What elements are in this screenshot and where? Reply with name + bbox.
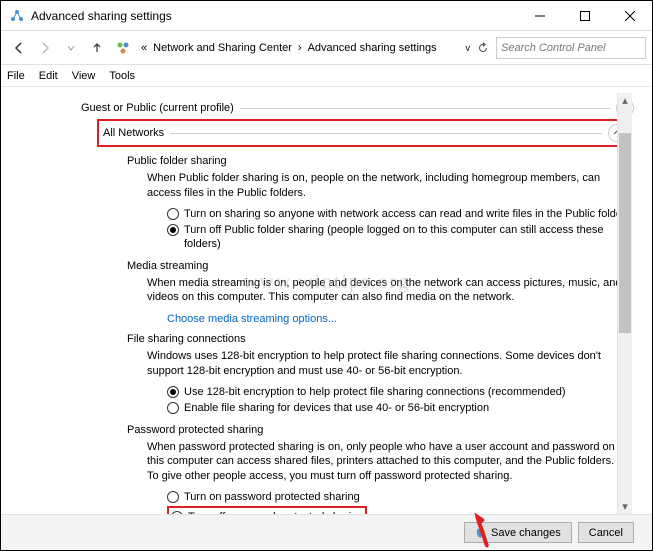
minimize-button[interactable] [517,1,562,30]
title-bar: Advanced sharing settings [1,1,652,31]
up-button[interactable] [85,36,109,60]
breadcrumb[interactable]: « Network and Sharing Center › Advanced … [111,40,470,56]
menu-tools[interactable]: Tools [109,70,135,82]
scroll-down-icon[interactable]: ▾ [618,499,632,514]
window-title: Advanced sharing settings [31,9,517,23]
radio-pfs-on[interactable]: Turn on sharing so anyone with network a… [167,207,634,221]
section-guest-public[interactable]: Guest or Public (current profile) [81,99,634,117]
desc-media-streaming: When media streaming is on, people and d… [147,276,624,306]
recent-dropdown[interactable] [59,36,83,60]
heading-password-protected-sharing: Password protected sharing [127,424,634,436]
footer-bar: Save changes Cancel [1,514,652,550]
menu-view[interactable]: View [72,70,96,82]
menu-file[interactable]: File [7,70,25,82]
heading-public-folder-sharing: Public folder sharing [127,155,634,167]
section-all-networks[interactable]: All Networks [97,119,632,147]
heading-media-streaming: Media streaming [127,260,634,272]
desc-password-protected-sharing: When password protected sharing is on, o… [147,440,624,485]
menu-edit[interactable]: Edit [39,70,58,82]
shield-icon [475,527,487,539]
back-button[interactable] [7,36,31,60]
radio-fsc-128[interactable]: Use 128-bit encryption to help protect f… [167,385,634,399]
radio-fsc-40[interactable]: Enable file sharing for devices that use… [167,401,634,415]
breadcrumb-parent[interactable]: Network and Sharing Center [153,42,292,54]
heading-file-sharing-connections: File sharing connections [127,333,634,345]
radio-icon [167,208,179,220]
menu-bar: File Edit View Tools [1,65,652,87]
scroll-up-icon[interactable]: ▴ [618,93,632,108]
radio-checked-icon [167,224,179,236]
navigation-bar: « Network and Sharing Center › Advanced … [1,31,652,65]
link-media-streaming-options[interactable]: Choose media streaming options... [167,313,634,325]
forward-button[interactable] [33,36,57,60]
breadcrumb-dropdown[interactable]: v [466,43,471,53]
vertical-scrollbar[interactable]: ▴ ▾ [617,93,632,514]
search-input[interactable]: Search Control Panel [496,37,646,59]
refresh-button[interactable] [472,37,494,59]
radio-pps-on[interactable]: Turn on password protected sharing [167,490,634,504]
cancel-button[interactable]: Cancel [578,522,634,543]
content-area: Guest or Public (current profile) All Ne… [1,89,652,514]
breadcrumb-current[interactable]: Advanced sharing settings [308,42,437,54]
radio-icon [167,402,179,414]
desc-file-sharing-connections: Windows uses 128-bit encryption to help … [147,349,624,379]
radio-icon [167,491,179,503]
desc-public-folder-sharing: When Public folder sharing is on, people… [147,171,624,201]
scroll-thumb[interactable] [619,133,631,333]
radio-pps-off[interactable]: Turn off password protected sharing [167,506,367,514]
maximize-button[interactable] [562,1,607,30]
save-changes-button[interactable]: Save changes [464,522,572,543]
radio-checked-icon [167,386,179,398]
close-button[interactable] [607,1,652,30]
radio-pfs-off[interactable]: Turn off Public folder sharing (people l… [167,223,634,252]
network-icon [9,8,25,24]
network-center-icon [115,40,131,56]
